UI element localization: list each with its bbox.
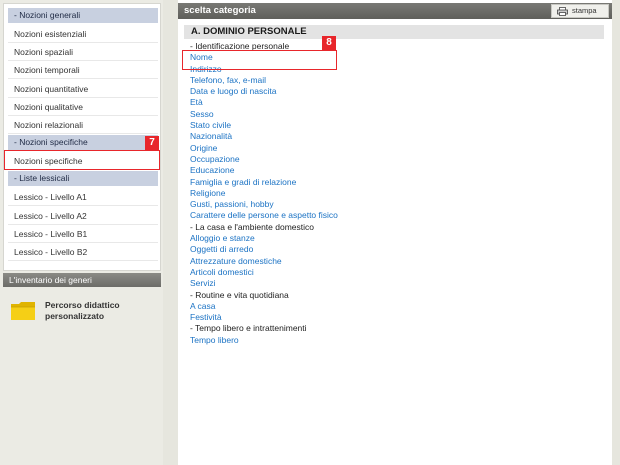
page-title: scelta categoria	[184, 5, 256, 16]
category-list: - Identificazione personale Nome Indirizzo…	[190, 41, 590, 346]
sidebar-item[interactable]: Nozioni qualitative	[8, 98, 158, 116]
sidebar-item[interactable]: Nozioni esistenziali	[8, 25, 158, 43]
percorso-line2: personalizzato	[45, 311, 105, 321]
percorso-didattico-link[interactable]: Percorso didattico personalizzato	[10, 298, 160, 324]
category-link[interactable]: Alloggio e stanze	[190, 233, 590, 244]
category-link[interactable]: Religione	[190, 188, 590, 199]
category-link[interactable]: Origine	[190, 143, 590, 154]
category-link[interactable]: Articoli domestici	[190, 267, 590, 278]
category-link[interactable]: Occupazione	[190, 154, 590, 165]
sidebar: - Nozioni generali Nozioni esistenziali No…	[0, 0, 163, 465]
category-link[interactable]: Stato civile	[190, 120, 590, 131]
inventario-generi-bar[interactable]: L'inventario dei generi	[3, 273, 161, 287]
category-group-header: - Routine e vita quotidiana	[190, 289, 289, 300]
main-header: scelta categoria stampa	[178, 3, 612, 19]
category-link[interactable]: Gusti, passioni, hobby	[190, 199, 590, 210]
sidebar-item[interactable]: Lessico - Livello B2	[8, 243, 158, 261]
sidebar-item[interactable]: Lessico - Livello A1	[8, 188, 158, 207]
sidebar-item[interactable]: Lessico - Livello B1	[8, 225, 158, 243]
sidebar-item[interactable]: Nozioni quantitative	[8, 80, 158, 98]
navigation-panel: - Nozioni generali Nozioni esistenziali No…	[3, 3, 161, 271]
stampa-button[interactable]: stampa	[551, 4, 609, 18]
category-link[interactable]: Tempo libero	[190, 335, 590, 346]
folder-icon	[11, 302, 35, 320]
sidebar-section-header[interactable]: - Nozioni specifiche	[8, 135, 158, 151]
sidebar-item[interactable]: Nozioni temporali	[8, 61, 158, 80]
highlight-box-nome	[182, 50, 337, 70]
category-link[interactable]: Età	[190, 97, 590, 108]
right-margin	[612, 0, 620, 465]
stampa-label: stampa	[572, 6, 597, 15]
category-link[interactable]: Attrezzature domestiche	[190, 256, 590, 267]
sidebar-item[interactable]: Lessico - Livello A2	[8, 207, 158, 225]
sidebar-item[interactable]: Nozioni spaziali	[8, 43, 158, 62]
category-link[interactable]: Famiglia e gradi di relazione	[190, 177, 590, 188]
category-link[interactable]: Festività	[190, 312, 590, 323]
category-link[interactable]: Telefono, fax, e-mail	[190, 75, 590, 86]
category-link[interactable]: Data e luogo di nascita	[190, 86, 590, 97]
printer-icon	[557, 7, 568, 16]
category-group-header: - Tempo libero e intrattenimenti	[190, 323, 307, 334]
highlight-box-nozioni-specifiche	[4, 150, 160, 170]
category-link[interactable]: Sesso	[190, 109, 590, 120]
category-link[interactable]: A casa	[190, 301, 590, 312]
category-link[interactable]: Nazionalità	[190, 131, 590, 142]
category-link[interactable]: Carattere delle persone e aspetto fisico	[190, 210, 590, 221]
category-link[interactable]: Educazione	[190, 165, 590, 176]
annotation-badge-8: 8	[322, 36, 336, 50]
sidebar-section-header[interactable]: - Liste lessicali	[8, 171, 158, 187]
category-link[interactable]: Oggetti di arredo	[190, 244, 590, 255]
percorso-line1: Percorso didattico	[45, 300, 120, 310]
category-group-header: - La casa e l'ambiente domestico	[190, 221, 314, 232]
sidebar-section-header[interactable]: - Nozioni generali	[8, 8, 158, 23]
category-link[interactable]: Servizi	[190, 278, 590, 289]
section-title: A. DOMINIO PERSONALE	[184, 25, 604, 39]
annotation-badge-7: 7	[145, 136, 159, 150]
sidebar-item[interactable]: Nozioni relazionali	[8, 116, 158, 134]
